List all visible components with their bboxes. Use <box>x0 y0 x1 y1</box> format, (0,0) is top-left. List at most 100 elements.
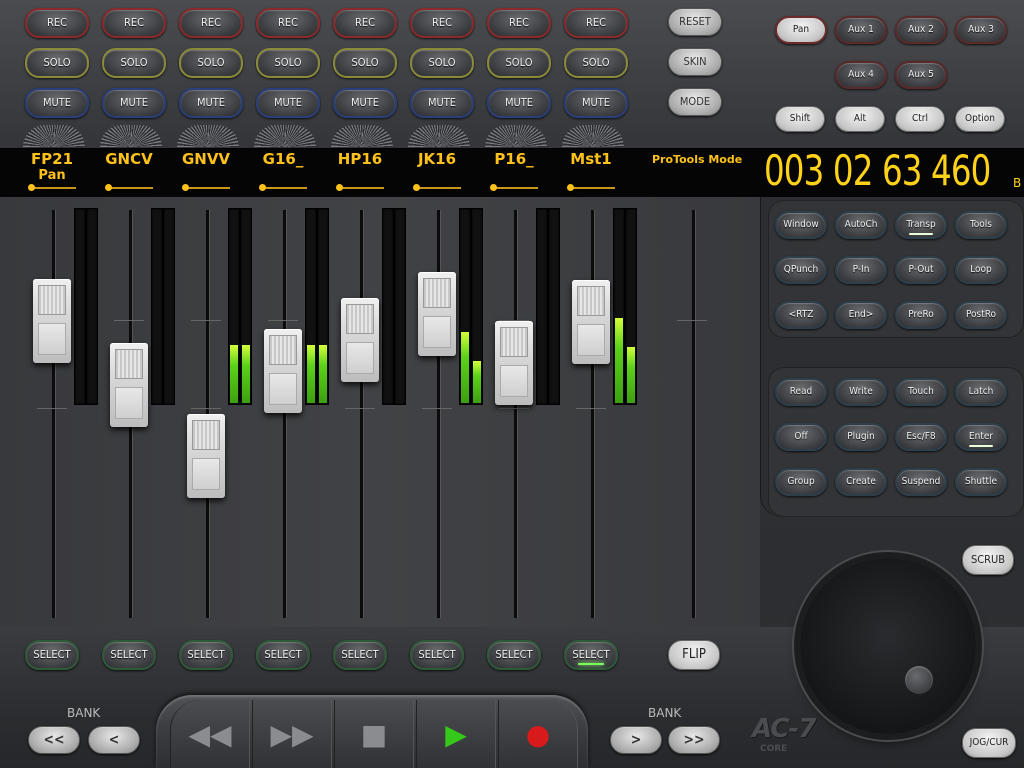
solo-button[interactable]: SOLO <box>333 48 397 78</box>
option-button[interactable]: Option <box>955 106 1005 132</box>
play-button[interactable]: ▶ <box>416 700 496 768</box>
rec-button[interactable]: REC <box>410 8 474 38</box>
bank-prev-button[interactable]: < <box>88 726 140 754</box>
rec-button[interactable]: REC <box>256 8 320 38</box>
function-button[interactable]: AutoCh <box>835 211 887 239</box>
mute-button[interactable]: MUTE <box>410 88 474 118</box>
aux3-button[interactable]: Aux 3 <box>955 16 1007 44</box>
function-button[interactable]: <RTZ <box>775 301 827 329</box>
function-button[interactable]: Loop <box>955 256 1007 284</box>
bank-next-button[interactable]: > <box>610 726 662 754</box>
function-button[interactable]: P-Out <box>895 256 947 284</box>
automation-button[interactable]: Latch <box>955 378 1007 406</box>
scrub-button[interactable]: SCRUB <box>962 545 1014 575</box>
bank-next-all-button[interactable]: >> <box>668 726 720 754</box>
function-button[interactable]: P-In <box>835 256 887 284</box>
select-button[interactable]: SELECT <box>179 640 233 670</box>
mute-button[interactable]: MUTE <box>179 88 243 118</box>
pan-knob[interactable] <box>331 125 393 147</box>
rewind-button[interactable]: ◀◀ <box>170 700 250 768</box>
pan-knob[interactable] <box>485 125 547 147</box>
function-button[interactable]: Transp <box>895 211 947 239</box>
pan-knob[interactable] <box>177 125 239 147</box>
rec-button[interactable]: REC <box>102 8 166 38</box>
jog-cur-button[interactable]: JOG/CUR <box>962 728 1016 758</box>
stop-button[interactable]: ■ <box>334 700 414 768</box>
channel-fader[interactable] <box>33 279 71 363</box>
mute-button[interactable]: MUTE <box>256 88 320 118</box>
automation-button[interactable]: Esc/F8 <box>895 423 947 451</box>
channel-fader[interactable] <box>264 329 302 413</box>
solo-button[interactable]: SOLO <box>179 48 243 78</box>
pan-position-dot <box>567 184 574 191</box>
automation-button[interactable]: Off <box>775 423 827 451</box>
automation-button[interactable]: Create <box>835 468 887 496</box>
pan-knob[interactable] <box>562 125 624 147</box>
automation-button[interactable]: Suspend <box>895 468 947 496</box>
solo-button[interactable]: SOLO <box>102 48 166 78</box>
function-button[interactable]: QPunch <box>775 256 827 284</box>
channel-name: HP16 <box>337 150 383 168</box>
mode-button[interactable]: MODE <box>668 88 722 116</box>
channel-fader[interactable] <box>187 414 225 498</box>
mute-button[interactable]: MUTE <box>564 88 628 118</box>
automation-button[interactable]: Shuttle <box>955 468 1007 496</box>
automation-button[interactable]: Group <box>775 468 827 496</box>
automation-button[interactable]: Enter <box>955 423 1007 451</box>
pan-knob[interactable] <box>408 125 470 147</box>
solo-button[interactable]: SOLO <box>410 48 474 78</box>
function-button[interactable]: Window <box>775 211 827 239</box>
alt-button[interactable]: Alt <box>835 106 885 132</box>
function-button[interactable]: PostRo <box>955 301 1007 329</box>
select-button[interactable]: SELECT <box>25 640 79 670</box>
rec-button[interactable]: REC <box>25 8 89 38</box>
select-button[interactable]: SELECT <box>102 640 156 670</box>
select-button[interactable]: SELECT <box>256 640 310 670</box>
channel-fader[interactable] <box>418 272 456 356</box>
mute-button[interactable]: MUTE <box>102 88 166 118</box>
select-button[interactable]: SELECT <box>487 640 541 670</box>
solo-button[interactable]: SOLO <box>487 48 551 78</box>
function-button[interactable]: End> <box>835 301 887 329</box>
rec-button[interactable]: REC <box>564 8 628 38</box>
solo-button[interactable]: SOLO <box>564 48 628 78</box>
skin-button[interactable]: SKIN <box>668 48 722 76</box>
channel-fader[interactable] <box>110 343 148 427</box>
rec-button[interactable]: REC <box>487 8 551 38</box>
channel-fader[interactable] <box>341 298 379 382</box>
channel-fader[interactable] <box>495 321 533 405</box>
forward-button[interactable]: ▶▶ <box>252 700 332 768</box>
rec-button[interactable]: REC <box>179 8 243 38</box>
ctrl-button[interactable]: Ctrl <box>895 106 945 132</box>
rec-button[interactable]: REC <box>333 8 397 38</box>
flip-button[interactable]: FLIP <box>668 640 720 670</box>
mute-button[interactable]: MUTE <box>333 88 397 118</box>
solo-button[interactable]: SOLO <box>25 48 89 78</box>
aux4-button[interactable]: Aux 4 <box>835 61 887 89</box>
function-button[interactable]: Tools <box>955 211 1007 239</box>
automation-button[interactable]: Touch <box>895 378 947 406</box>
automation-button[interactable]: Read <box>775 378 827 406</box>
channel-fader[interactable] <box>572 280 610 364</box>
aux2-button[interactable]: Aux 2 <box>895 16 947 44</box>
select-button[interactable]: SELECT <box>564 640 618 670</box>
function-button[interactable]: PreRo <box>895 301 947 329</box>
solo-button[interactable]: SOLO <box>256 48 320 78</box>
select-button[interactable]: SELECT <box>333 640 387 670</box>
automation-button[interactable]: Write <box>835 378 887 406</box>
mute-button[interactable]: MUTE <box>25 88 89 118</box>
record-button[interactable]: ● <box>498 700 578 768</box>
pan-button[interactable]: Pan <box>775 16 827 44</box>
aux5-button[interactable]: Aux 5 <box>895 61 947 89</box>
mute-button[interactable]: MUTE <box>487 88 551 118</box>
bank-prev-all-button[interactable]: << <box>28 726 80 754</box>
shift-button[interactable]: Shift <box>775 106 825 132</box>
pan-knob[interactable] <box>254 125 316 147</box>
pan-knob[interactable] <box>100 125 162 147</box>
pan-knob[interactable] <box>23 125 85 147</box>
aux1-button[interactable]: Aux 1 <box>835 16 887 44</box>
select-button[interactable]: SELECT <box>410 640 464 670</box>
automation-button[interactable]: Plugin <box>835 423 887 451</box>
jog-wheel[interactable] <box>800 558 976 734</box>
reset-button[interactable]: RESET <box>668 8 722 36</box>
